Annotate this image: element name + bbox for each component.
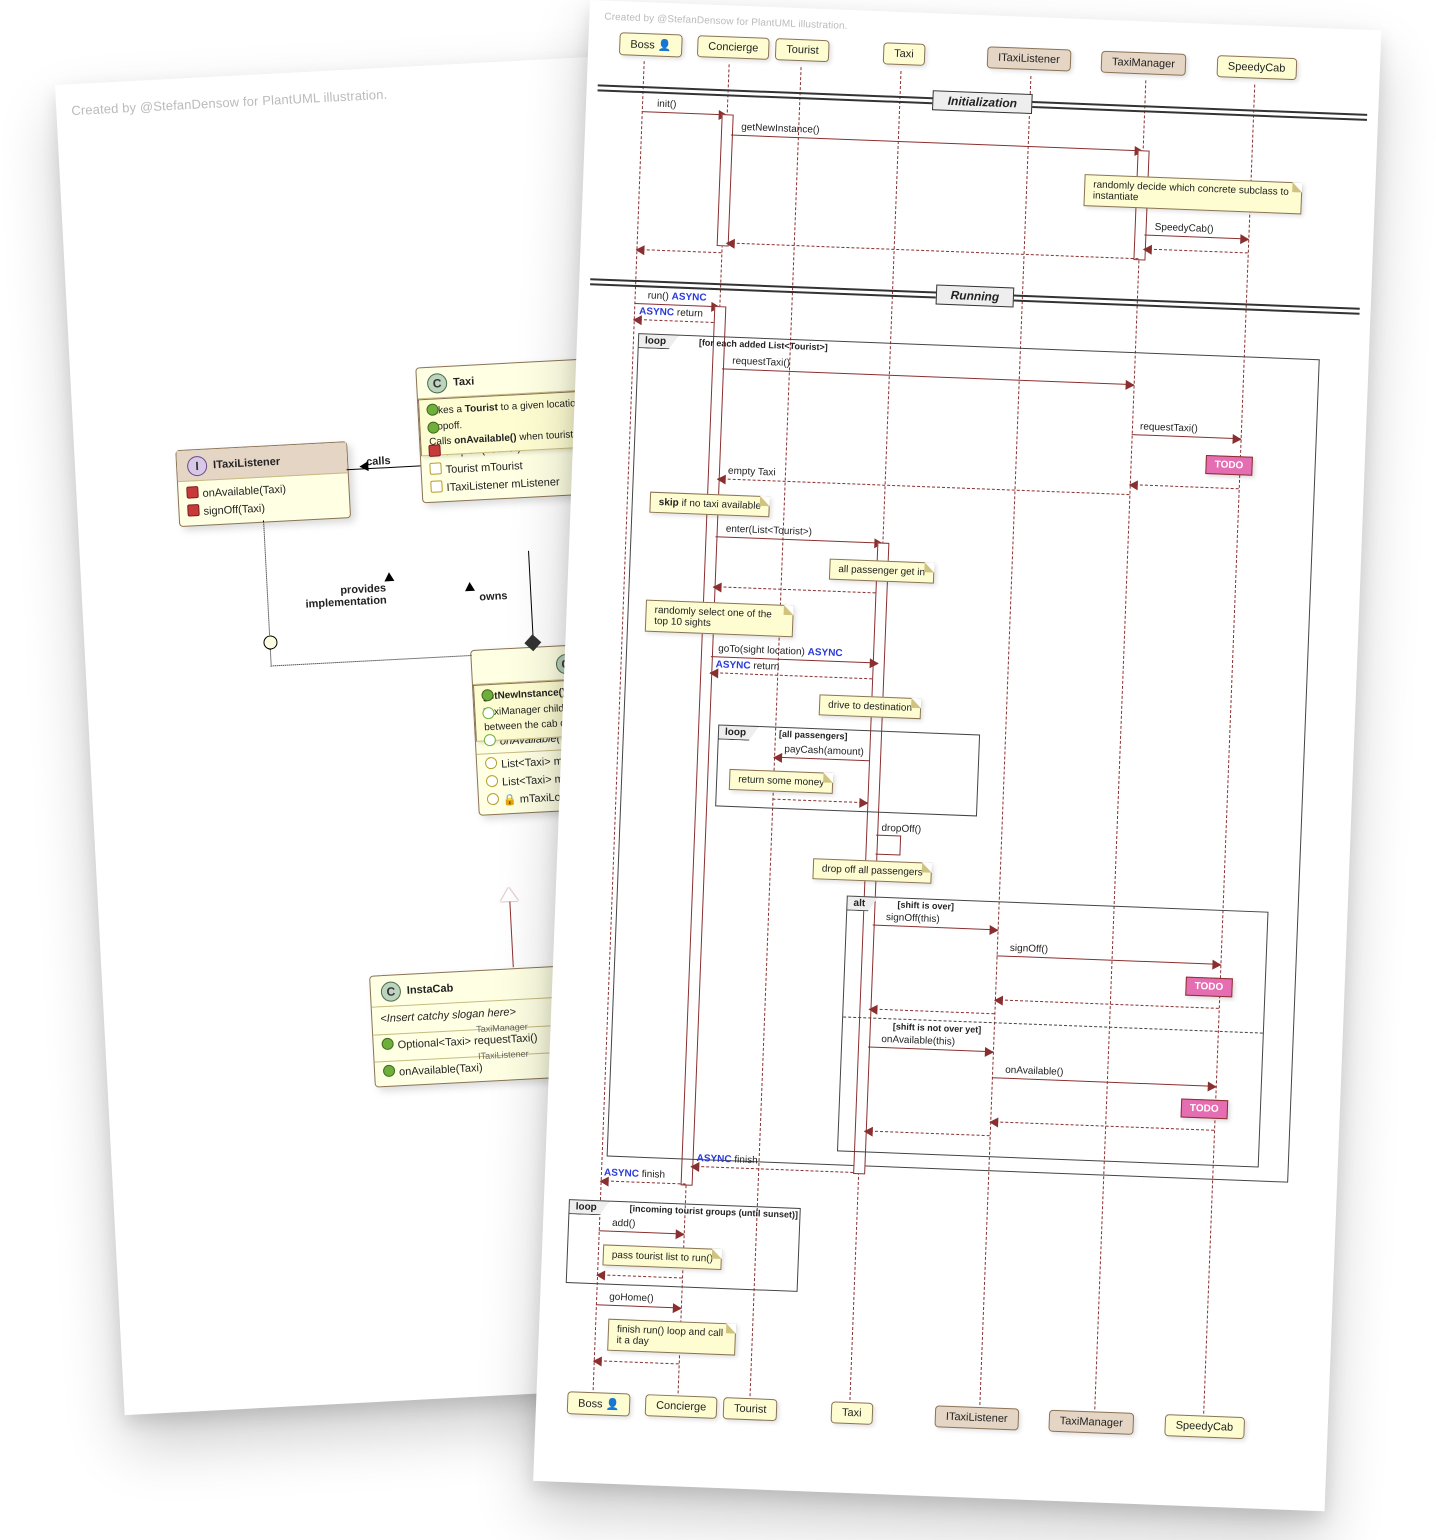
class-itaxilistener: I ITaxiListener onAvailable(Taxi) signOf… [175, 441, 351, 527]
class-badge-icon: C [427, 373, 448, 394]
class-badge-icon: C [380, 981, 401, 1002]
interface-badge-icon: I [187, 456, 208, 477]
actor-boss: Boss 👤 [619, 32, 683, 57]
actor-concierge: Concierge [645, 1394, 718, 1419]
note-money: return some money [729, 769, 834, 794]
note-todo: TODO [1205, 455, 1252, 476]
relation-owns: owns [479, 590, 508, 603]
msg-async-finish: ASYNC finish [604, 1167, 666, 1180]
note-todo: TODO [1181, 1099, 1228, 1120]
phase-initialization: Initialization [597, 77, 1367, 127]
msg-signoff: signOff(this) [886, 912, 940, 925]
msg-signoff-2: signOff() [1010, 943, 1049, 955]
note-todo: TODO [1185, 977, 1232, 998]
credit-text: Created by @StefanDensow for PlantUML il… [71, 87, 388, 119]
msg-async-finish: ASYNC finish [696, 1153, 758, 1166]
inheritance-arrowhead-icon [500, 887, 519, 902]
actor-speedycab: SpeedyCab [1217, 55, 1297, 80]
relation-line [263, 510, 471, 666]
note-drive: drive to destination [819, 694, 922, 719]
class-title: ITaxiListener [213, 456, 281, 471]
inheritance-line [509, 901, 513, 967]
msg-init: init() [657, 99, 677, 111]
actor-taxi: Taxi [883, 42, 925, 66]
credit-text: Created by @StefanDensow for PlantUML il… [604, 12, 848, 32]
msg-requesttaxi: requestTaxi() [732, 356, 790, 369]
self-call [875, 835, 901, 856]
msg-dropoff: dropOff() [881, 823, 921, 836]
actor-concierge: Concierge [697, 35, 770, 60]
msg-empty-taxi: empty Taxi [728, 466, 776, 479]
relation-line [528, 551, 534, 646]
actor-taxi: Taxi [831, 1401, 873, 1425]
msg-getnewinstance: getNewInstance() [741, 122, 820, 136]
msg-gohome: goHome() [609, 1292, 654, 1305]
actor-speedycab: SpeedyCab [1164, 1414, 1244, 1439]
note-gohome: finish run() loop and call it a day [607, 1319, 736, 1356]
sequence-diagram-sheet: Created by @StefanDensow for PlantUML il… [533, 0, 1381, 1511]
actor-tourist: Tourist [775, 38, 830, 62]
actor-taximanager: TaxiManager [1101, 51, 1187, 76]
note-dropoff-passengers: drop off all passengers [812, 858, 932, 884]
msg-speedycab: SpeedyCab() [1154, 222, 1213, 235]
class-title: Taxi [453, 375, 475, 388]
msg-requesttaxi-2: requestTaxi() [1140, 421, 1198, 434]
msg-async-return: ASYNC return [639, 306, 703, 319]
actor-taximanager: TaxiManager [1048, 1410, 1134, 1435]
actor-itaxilistener: ITaxiListener [987, 46, 1072, 71]
note-random-subclass: randomly decide which concrete subclass … [1083, 174, 1302, 214]
note-sight: randomly select one of the top 10 sights [645, 600, 794, 638]
msg-onavailable-2: onAvailable() [1005, 1065, 1064, 1078]
actor-boss: Boss 👤 [567, 1391, 631, 1416]
arrowhead-icon [359, 461, 369, 471]
note-getin: all passenger get in [829, 559, 934, 584]
msg-run: run() ASYNC [647, 290, 706, 303]
msg-add: add() [612, 1218, 636, 1230]
actor-tourist: Tourist [723, 1397, 778, 1421]
actor-itaxilistener: ITaxiListener [934, 1405, 1019, 1430]
frame-alt-shift: alt [shift is over] [shift is not over y… [837, 896, 1269, 1168]
